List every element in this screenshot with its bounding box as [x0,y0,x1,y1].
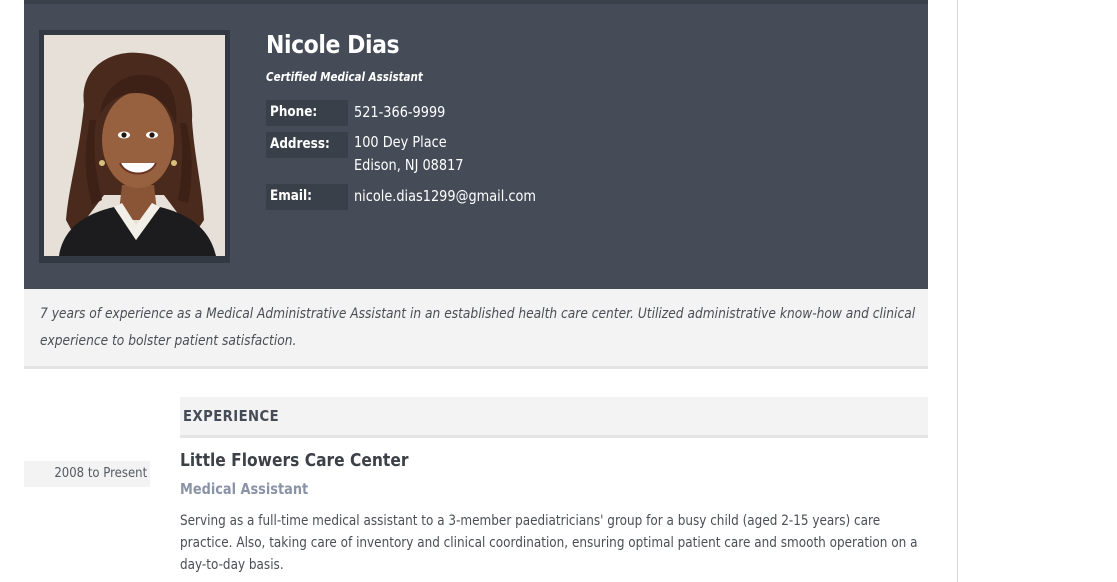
summary-text: 7 years of experience as a Medical Admin… [40,306,916,349]
email-label-text: Email: [270,188,312,204]
phone-label-text: Phone: [270,104,318,120]
profile-photo [44,35,225,256]
experience-heading-text: EXPERIENCE [183,407,280,425]
job-company: Little Flowers Care Center [180,450,409,471]
email-label: Email: [266,184,348,210]
summary-section: 7 years of experience as a Medical Admin… [24,289,928,369]
phone-label: Phone: [266,100,348,126]
job-title: Medical Assistant [180,480,309,498]
job-dates: 2008 to Present [24,461,150,487]
resume-page: Nicole Dias Certified Medical Assistant … [0,0,1117,582]
page-divider [957,0,958,582]
phone-value: 521-366-9999 [354,103,446,121]
resume-header: Nicole Dias Certified Medical Assistant … [24,0,928,289]
portrait-illustration [44,35,225,256]
address-label-text: Address: [270,136,330,152]
candidate-name: Nicole Dias [266,30,400,59]
profile-photo-frame [39,30,230,263]
experience-heading: EXPERIENCE [180,397,928,438]
address-line-2: Edison, NJ 08817 [354,156,464,174]
email-value: nicole.dias1299@gmail.com [354,187,536,205]
address-line-1: 100 Dey Place [354,133,447,151]
job-description: Serving as a full-time medical assistant… [180,513,918,573]
candidate-title: Certified Medical Assistant [266,70,423,84]
address-label: Address: [266,132,348,158]
job-dates-text: 2008 to Present [54,466,147,481]
